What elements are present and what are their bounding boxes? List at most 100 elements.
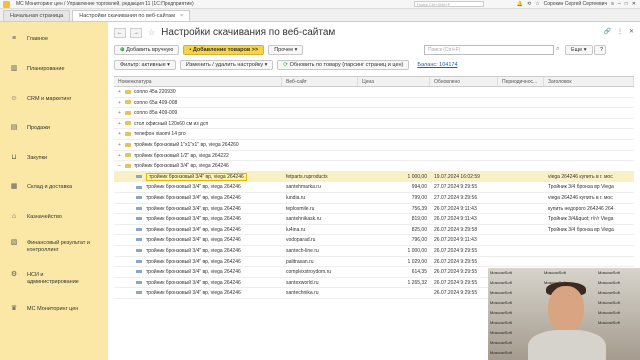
cell-nomenclature: тройник бронзовый 3/4" вр, viega 264246 — [114, 204, 282, 214]
balance-link[interactable]: Баланс: 104174 — [417, 62, 457, 68]
cell-updated — [430, 129, 498, 139]
expand-icon[interactable]: + — [118, 140, 123, 150]
cell-periodicity — [498, 182, 544, 192]
sidebar-item-purchases[interactable]: ⊔ Закупки — [10, 154, 95, 162]
cell-nomenclature: + стол офисный 120х60 см из дсп — [114, 119, 282, 129]
sidebar-item-planning[interactable]: ▥ Планирование — [10, 65, 95, 73]
back-button[interactable]: ← — [114, 27, 126, 38]
forward-button[interactable]: → — [130, 27, 142, 38]
table-row[interactable]: тройник бронзовый 3/4" вр, viega 264246 l… — [114, 225, 634, 236]
user-name[interactable]: Сорокин Сергей Сергеевич — [544, 1, 607, 7]
table-row[interactable]: тройник бронзовый 3/4" вр, viega 264246 f… — [114, 171, 634, 183]
close-icon[interactable]: ✕ — [632, 1, 636, 7]
nomenclature-text: тройник бронзовый 3/4" вр, viega 264246 — [146, 172, 247, 181]
table-header: Номенклатура Веб-сайт Цена Обновлено Пер… — [114, 77, 634, 87]
gear-icon: ⚙ — [10, 271, 18, 278]
sidebar-item-finance[interactable]: ▧ Финансовый результат и контроллинг — [10, 239, 95, 254]
cell-heading — [544, 129, 634, 139]
table-row[interactable]: – тройник бронзовый 3/4" вр, viega 264246 — [114, 161, 634, 172]
table-row[interactable]: тройник бронзовый 3/4" вр, viega 264246 s… — [114, 182, 634, 193]
sidebar-item-label: Склад и доставка — [27, 184, 73, 190]
star-icon[interactable]: ☆ — [535, 1, 539, 7]
watermark-text: MoscowSoft — [598, 270, 620, 275]
bell-icon[interactable]: 🔔 — [517, 1, 523, 7]
column-header-periodicity[interactable]: Периодичнос... — [498, 77, 544, 86]
cell-website — [282, 108, 358, 118]
sidebar-item-crm[interactable]: ☺ CRM и маркетинг — [10, 95, 95, 103]
expand-icon[interactable]: + — [118, 98, 123, 108]
search-icon[interactable]: ⌕ — [556, 46, 559, 53]
expand-icon[interactable]: + — [118, 119, 123, 129]
folder-icon — [125, 163, 131, 168]
favorite-star-icon[interactable]: ☆ — [148, 28, 155, 37]
link-icon[interactable]: 🔗 — [603, 28, 610, 35]
refresh-by-product-button[interactable]: ⟳ Обновить по товару (парсинг страниц и … — [277, 59, 410, 70]
sidebar-item-warehouse[interactable]: ▦ Склад и доставка — [10, 183, 95, 191]
global-search-input[interactable]: Поиск Ctrl+Shift+F — [413, 1, 484, 7]
cell-website — [282, 161, 358, 171]
sidebar-item-sales[interactable]: ▤ Продажи — [10, 124, 95, 132]
help-button[interactable]: ? — [594, 44, 606, 55]
table-row[interactable]: тройник бронзовый 3/4" вр, viega 264246 p… — [114, 257, 634, 268]
cell-website: palitrasan.ru — [286, 258, 314, 265]
sidebar-item-admin[interactable]: ⚙ НСИ и администрирование — [10, 271, 95, 286]
table-row[interactable]: тройник бронзовый 3/4" вр, viega 264246 v… — [114, 235, 634, 246]
tab-close-icon[interactable]: × — [180, 13, 183, 19]
minimize-icon[interactable]: – — [618, 1, 621, 7]
menu-icon[interactable]: ≡ — [611, 1, 614, 7]
filter-button[interactable]: Фильтр: активные ▾ — [114, 59, 176, 70]
collapse-icon[interactable]: – — [118, 161, 123, 171]
table-row[interactable]: + стол офисный 120х60 см из дсп — [114, 119, 634, 130]
tab-web-settings[interactable]: Настройки скачивания по веб-сайтам × — [72, 10, 191, 21]
other-menu-button[interactable]: Прочее ▾ — [268, 44, 304, 55]
cell-heading: купить недорого 264246 264 — [548, 205, 614, 212]
refresh-label: Обновить по товару (парсинг страниц и це… — [289, 61, 404, 68]
history-icon[interactable]: ⟲ — [527, 1, 531, 7]
table-row[interactable]: + тройник бронзовый 1/2" вр, viega 264222 — [114, 151, 634, 162]
tab-home[interactable]: Начальная страница — [3, 10, 71, 21]
expand-icon[interactable]: + — [118, 87, 123, 97]
finance-icon: ▧ — [10, 239, 18, 246]
table-row[interactable]: тройник бронзовый 3/4" вр, viega 264246 l… — [114, 193, 634, 204]
add-manual-button[interactable]: ⊕ Добавить вручную — [114, 44, 180, 55]
table-row[interactable]: + тройник бронзовый 1"х1"х1" вр, viega 26… — [114, 140, 634, 151]
column-header-heading[interactable]: Заголовок — [544, 77, 634, 86]
close-form-icon[interactable]: ✕ — [629, 28, 634, 35]
cell-periodicity — [498, 98, 544, 108]
expand-icon[interactable]: + — [118, 151, 123, 161]
folder-icon — [125, 110, 131, 115]
column-header-website[interactable]: Веб-сайт — [282, 77, 358, 86]
sidebar-item-label: Планирование — [27, 66, 65, 72]
column-header-nomenclature[interactable]: Номенклатура — [114, 77, 282, 86]
maximize-icon[interactable]: □ — [625, 1, 628, 7]
expand-icon[interactable]: + — [118, 108, 123, 118]
cell-nomenclature: + тройник бронзовый 1"х1"х1" вр, viega 26… — [114, 140, 282, 150]
table-row[interactable]: + сопло 45а 220930 — [114, 87, 634, 98]
folder-icon — [125, 100, 131, 105]
table-row[interactable]: тройник бронзовый 3/4" вр, viega 264246 s… — [114, 214, 634, 225]
table-row[interactable]: + сопло 65а 409-008 — [114, 98, 634, 109]
add-products-label: Добавление товаров >> — [192, 46, 259, 53]
table-row[interactable]: тройник бронзовый 3/4" вр, viega 264246 t… — [114, 204, 634, 215]
sidebar-item-main[interactable]: ≡ Главное — [10, 35, 95, 43]
search-input[interactable]: Поиск (Ctrl+F) — [424, 44, 554, 55]
add-products-button[interactable]: ▪ Добавление товаров >> — [183, 44, 265, 55]
table-row[interactable]: + сопло 85а 409-009 — [114, 108, 634, 119]
more-options-icon[interactable]: ⋮ — [617, 28, 623, 35]
sidebar-item-price-monitoring[interactable]: ♛ МС Мониторинг цен — [10, 305, 95, 313]
cell-periodicity — [498, 119, 544, 129]
column-header-updated[interactable]: Обновлено — [430, 77, 498, 86]
more-button[interactable]: Еще ▾ — [565, 44, 593, 55]
change-settings-button[interactable]: Изменить / удалить настройку ▾ — [179, 59, 274, 70]
sidebar-item-label: Главное — [27, 36, 49, 42]
sidebar-item-treasury[interactable]: ⌂ Казначейство — [10, 213, 95, 221]
cell-heading — [544, 140, 634, 150]
cell-updated: 26.07.2024 9:11:43 — [434, 205, 477, 212]
table-row[interactable]: тройник бронзовый 3/4" вр, viega 264246 s… — [114, 246, 634, 257]
cell-periodicity — [498, 172, 544, 182]
expand-icon[interactable]: + — [118, 129, 123, 139]
table-row[interactable]: + телефон xiaomi 14 pro — [114, 129, 634, 140]
column-header-price[interactable]: Цена — [358, 77, 430, 86]
cell-updated: 26.07.2024 9:29:55 — [434, 247, 478, 254]
cell-price: 1 029,00 — [407, 258, 427, 265]
